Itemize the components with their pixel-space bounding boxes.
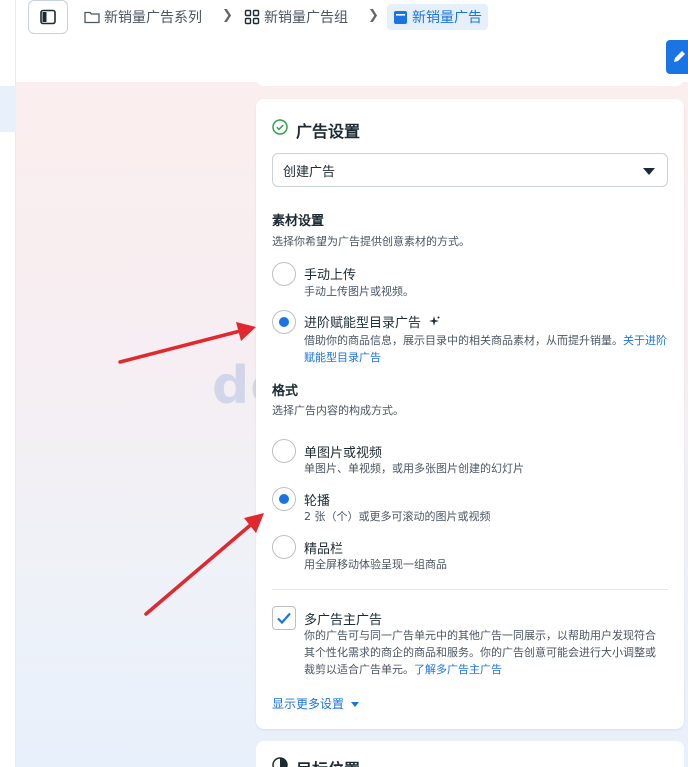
ad-setup-select-value: 创建广告	[283, 164, 336, 180]
show-more-settings-label: 显示更多设置	[272, 697, 345, 711]
multi-advertiser-label: 多广告主广告	[304, 613, 383, 628]
caret-down-icon	[350, 702, 359, 707]
breadcrumb-adset[interactable]: 新销量广告组	[244, 4, 348, 30]
multi-advertiser-desc: 你的广告可与同一广告单元中的其他广告一同展示，以帮助用户发现符合其个性化需求的商…	[304, 627, 666, 678]
single-image-video-desc: 单图片、单视频，或用多张图片创建的幻灯片	[304, 462, 524, 475]
sidebar-selected-item[interactable]	[0, 86, 16, 132]
ad-icon	[393, 10, 408, 25]
chevron-right-icon: ❯	[222, 8, 233, 23]
breadcrumb-ad-label: 新销量广告	[412, 10, 482, 26]
format-title: 格式	[272, 384, 299, 399]
caret-down-icon	[643, 168, 655, 175]
grid-icon	[244, 9, 260, 25]
pencil-icon	[674, 51, 685, 62]
collection-label: 精品栏	[304, 542, 344, 557]
creative-setup-description: 选择你希望为广告提供创意素材的方式。	[272, 235, 470, 248]
advantage-catalog-label: 进阶赋能型目录广告	[304, 312, 440, 331]
section-divider	[272, 589, 668, 590]
advantage-catalog-label-text: 进阶赋能型目录广告	[304, 316, 422, 331]
breadcrumb-adset-label: 新销量广告组	[264, 10, 348, 26]
radio-advantage-catalog[interactable]	[272, 310, 296, 334]
sparkle-icon	[429, 316, 440, 331]
manual-upload-desc: 手动上传图片或视频。	[304, 285, 414, 298]
location-card: 目标位置	[256, 741, 684, 767]
creative-setup-title: 素材设置	[272, 214, 325, 229]
half-circle-icon	[272, 757, 288, 767]
advantage-catalog-desc: 借助你的商品信息，展示目录中的相关商品素材，从而提升销量。关于进阶赋能型目录广告	[304, 332, 668, 366]
previous-card-edge	[256, 76, 684, 86]
show-more-settings-link[interactable]: 显示更多设置	[272, 695, 359, 712]
radio-single-image-video[interactable]	[272, 439, 296, 463]
collection-desc: 用全屏移动体验呈现一组商品	[304, 558, 447, 571]
multi-advertiser-checkbox[interactable]	[272, 606, 296, 630]
check-circle-icon	[272, 119, 288, 139]
breadcrumb-campaign-label: 新销量广告系列	[104, 10, 202, 26]
edit-button[interactable]	[666, 40, 688, 74]
carousel-desc: 2 张（个）或更多可滚动的图片或视频	[304, 510, 491, 523]
location-title: 目标位置	[296, 756, 360, 767]
checkmark-icon	[277, 612, 291, 625]
left-sidebar	[0, 0, 16, 767]
radio-manual-upload[interactable]	[272, 262, 296, 286]
breadcrumb-ad[interactable]: 新销量广告	[387, 4, 488, 30]
panel-toggle-icon	[40, 9, 56, 25]
ad-settings-title: 广告设置	[296, 122, 361, 141]
manual-upload-label: 手动上传	[304, 268, 357, 283]
format-description: 选择广告内容的构成方式。	[272, 404, 404, 417]
multi-advertiser-link[interactable]: 了解多广告主广告	[414, 663, 502, 676]
carousel-label: 轮播	[304, 494, 331, 509]
breadcrumb: 新销量广告系列 ❯ 新销量广告组 ❯ 新销量广告	[16, 0, 688, 34]
radio-carousel[interactable]	[272, 487, 296, 511]
radio-collection[interactable]	[272, 535, 296, 559]
advantage-catalog-desc-text: 借助你的商品信息，展示目录中的相关商品素材，从而提升销量。	[304, 334, 623, 347]
sidebar-toggle-button[interactable]	[28, 0, 68, 34]
single-image-video-label: 单图片或视频	[304, 446, 383, 461]
folder-icon	[84, 10, 100, 24]
chevron-right-icon: ❯	[368, 8, 379, 23]
ad-setup-select[interactable]: 创建广告	[272, 153, 668, 187]
ad-settings-card: 广告设置 创建广告 素材设置 选择你希望为广告提供创意素材的方式。 手动上传 手…	[256, 99, 684, 729]
breadcrumb-campaign[interactable]: 新销量广告系列	[84, 4, 202, 30]
